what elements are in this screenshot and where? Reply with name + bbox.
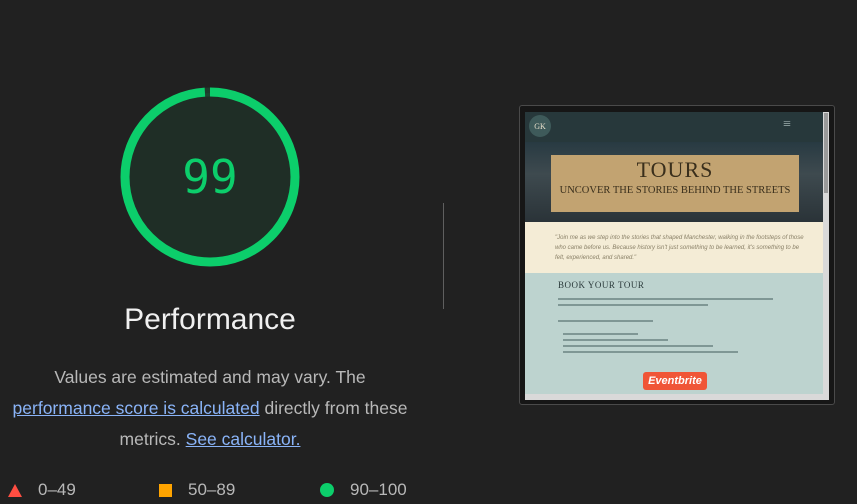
description-text: metrics.	[119, 429, 181, 449]
score-calculation-link[interactable]: performance score is calculated	[13, 398, 260, 418]
legend-label: 90–100	[350, 480, 407, 499]
scrollbar-thumb	[824, 113, 828, 193]
screenshot-navbar: GK ≡	[525, 112, 823, 142]
hamburger-icon: ≡	[783, 117, 791, 132]
text-line	[563, 333, 638, 335]
book-tour-title: BOOK YOUR TOUR	[558, 280, 645, 290]
legend-label: 50–89	[188, 480, 236, 499]
description-text: directly from these	[264, 398, 408, 418]
legend-label: 0–49	[38, 480, 76, 499]
text-line	[558, 298, 773, 300]
quote-text: "Join me as we step into the stories tha…	[525, 222, 823, 273]
hero-subtitle: UNCOVER THE STORIES BEHIND THE STREETS	[559, 185, 791, 196]
site-logo: GK	[529, 115, 551, 137]
legend-fail: 0–49	[8, 478, 76, 502]
category-title: Performance	[124, 303, 296, 336]
performance-score: 99	[182, 150, 238, 204]
triangle-icon	[8, 483, 22, 497]
final-screenshot[interactable]: GK ≡ TOURS UNCOVER THE STORIES BEHIND TH…	[525, 112, 823, 400]
square-icon	[159, 483, 172, 497]
description-text: Values are estimated and may vary. The	[54, 367, 366, 387]
horizontal-scrollbar	[525, 394, 823, 400]
hero-title: TOURS	[636, 157, 714, 182]
text-line	[563, 345, 713, 347]
text-line	[563, 351, 738, 353]
text-line	[558, 320, 653, 322]
divider	[443, 203, 444, 309]
calculator-link[interactable]: See calculator.	[186, 429, 301, 449]
score-description: Values are estimated and may vary. The p…	[0, 362, 420, 455]
text-line	[558, 304, 708, 306]
legend-pass: 90–100	[320, 478, 407, 502]
screenshot-hero: TOURS UNCOVER THE STORIES BEHIND THE STR…	[525, 142, 823, 222]
circle-icon	[320, 483, 334, 497]
eventbrite-button: Eventbrite	[643, 372, 707, 390]
text-line	[563, 339, 668, 341]
legend-average: 50–89	[159, 478, 235, 502]
hero-banner: TOURS UNCOVER THE STORIES BEHIND THE STR…	[551, 155, 799, 212]
